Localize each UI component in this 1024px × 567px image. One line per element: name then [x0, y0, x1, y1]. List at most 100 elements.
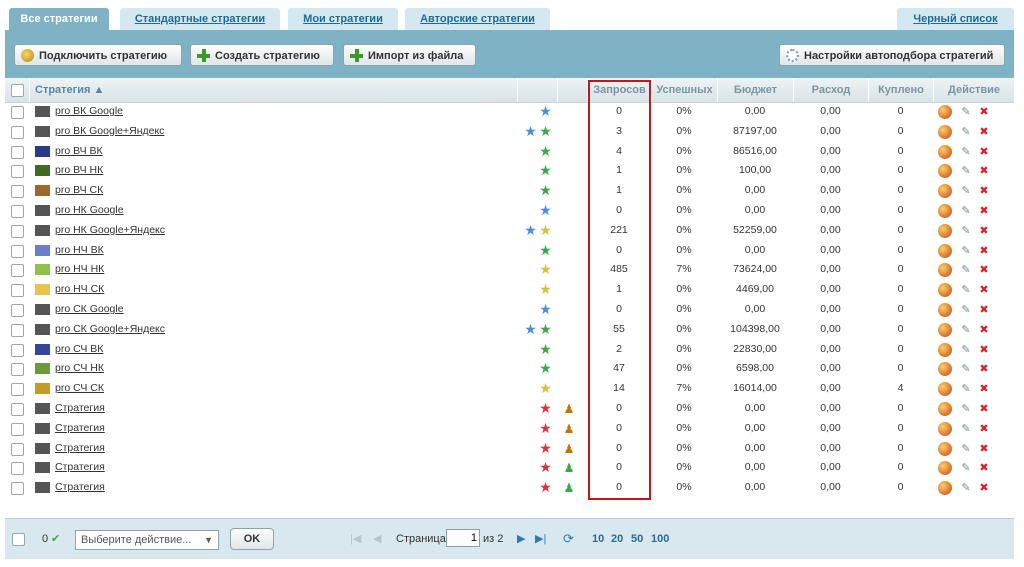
stats-icon[interactable] — [938, 124, 952, 139]
edit-icon[interactable]: ✎ — [959, 145, 973, 159]
import-file-button[interactable]: Импорт из файла — [343, 44, 476, 66]
stats-icon[interactable] — [938, 164, 952, 179]
column-strategy[interactable]: Стратегия ▲ — [29, 78, 517, 102]
stats-icon[interactable] — [938, 243, 952, 258]
prev-page-icon[interactable]: ◀ — [373, 531, 381, 547]
delete-icon[interactable]: ✖ — [977, 244, 991, 258]
first-page-icon[interactable]: |◀ — [350, 531, 361, 547]
edit-icon[interactable]: ✎ — [959, 402, 973, 416]
edit-icon[interactable]: ✎ — [959, 442, 973, 456]
strategy-name-link[interactable]: pro НЧ СК — [55, 280, 104, 300]
row-checkbox[interactable] — [11, 185, 24, 199]
strategy-name-link[interactable]: pro СК Google — [55, 300, 124, 320]
stats-icon[interactable] — [938, 144, 952, 159]
edit-icon[interactable]: ✎ — [959, 362, 973, 376]
row-checkbox[interactable] — [11, 106, 24, 119]
stats-icon[interactable] — [938, 204, 952, 218]
delete-icon[interactable]: ✖ — [977, 184, 991, 198]
stats-icon[interactable] — [938, 184, 952, 199]
delete-icon[interactable]: ✖ — [977, 481, 991, 495]
autoselect-settings-button[interactable]: Настройки автоподбора стратегий — [779, 44, 1005, 66]
row-checkbox[interactable] — [11, 462, 24, 476]
delete-icon[interactable]: ✖ — [977, 145, 991, 159]
edit-icon[interactable]: ✎ — [959, 125, 973, 139]
page-size-50[interactable]: 50 — [631, 531, 643, 547]
strategy-name-link[interactable]: pro ВК Google — [55, 102, 123, 122]
connect-strategy-button[interactable]: Подключить стратегию — [14, 44, 182, 66]
stats-icon[interactable] — [938, 223, 952, 238]
ok-button[interactable]: OK — [230, 528, 274, 550]
delete-icon[interactable]: ✖ — [977, 323, 991, 337]
delete-icon[interactable]: ✖ — [977, 422, 991, 436]
stats-icon[interactable] — [938, 382, 952, 397]
stats-icon[interactable] — [938, 362, 952, 377]
edit-icon[interactable]: ✎ — [959, 105, 973, 119]
delete-icon[interactable]: ✖ — [977, 343, 991, 357]
strategy-name-link[interactable]: Стратегия — [55, 458, 105, 478]
edit-icon[interactable]: ✎ — [959, 323, 973, 337]
last-page-icon[interactable]: ▶| — [535, 531, 546, 547]
row-checkbox[interactable] — [11, 442, 24, 456]
delete-icon[interactable]: ✖ — [977, 164, 991, 178]
row-checkbox[interactable] — [11, 145, 24, 159]
edit-icon[interactable]: ✎ — [959, 263, 973, 277]
row-checkbox[interactable] — [11, 343, 24, 357]
refresh-icon[interactable]: ⟳ — [563, 531, 574, 547]
strategy-name-link[interactable]: pro СЧ НК — [55, 359, 104, 379]
strategy-name-link[interactable]: pro СК Google+Яндекс — [55, 320, 165, 340]
delete-icon[interactable]: ✖ — [977, 402, 991, 416]
row-checkbox[interactable] — [11, 264, 24, 278]
column-spend[interactable]: Расход — [793, 78, 868, 102]
page-size-10[interactable]: 10 — [592, 531, 604, 547]
strategy-name-link[interactable]: pro НЧ ВК — [55, 241, 104, 261]
column-budget[interactable]: Бюджет — [717, 78, 793, 102]
strategy-name-link[interactable]: pro НК Google — [55, 201, 124, 221]
strategy-name-link[interactable]: pro НЧ НК — [55, 260, 104, 280]
strategy-name-link[interactable]: pro ВЧ ВК — [55, 142, 103, 162]
delete-icon[interactable]: ✖ — [977, 362, 991, 376]
stats-icon[interactable] — [938, 441, 952, 456]
row-checkbox[interactable] — [11, 284, 24, 298]
delete-icon[interactable]: ✖ — [977, 442, 991, 456]
delete-icon[interactable]: ✖ — [977, 382, 991, 396]
stats-icon[interactable] — [938, 322, 952, 337]
column-success[interactable]: Успешных — [651, 78, 717, 102]
strategy-name-link[interactable]: Стратегия — [55, 399, 105, 419]
select-all-checkbox[interactable] — [11, 84, 24, 97]
edit-icon[interactable]: ✎ — [959, 461, 973, 475]
stats-icon[interactable] — [938, 303, 952, 317]
stats-icon[interactable] — [938, 402, 952, 416]
delete-icon[interactable]: ✖ — [977, 263, 991, 277]
row-checkbox[interactable] — [11, 403, 24, 416]
row-checkbox[interactable] — [11, 224, 24, 238]
strategy-name-link[interactable]: Стратегия — [55, 419, 105, 439]
stats-icon[interactable] — [938, 283, 952, 298]
strategy-name-link[interactable]: Стратегия — [55, 478, 105, 498]
row-checkbox[interactable] — [11, 205, 24, 218]
edit-icon[interactable]: ✎ — [959, 422, 973, 436]
row-checkbox[interactable] — [11, 323, 24, 337]
row-checkbox[interactable] — [11, 304, 24, 317]
next-page-icon[interactable]: ▶ — [517, 531, 525, 547]
stats-icon[interactable] — [938, 105, 952, 119]
stats-icon[interactable] — [938, 461, 952, 476]
create-strategy-button[interactable]: Создать стратегию — [190, 44, 334, 66]
strategy-name-link[interactable]: pro ВК Google+Яндекс — [55, 122, 164, 142]
strategy-name-link[interactable]: pro ВЧ СК — [55, 181, 103, 201]
row-checkbox[interactable] — [11, 383, 24, 397]
edit-icon[interactable]: ✎ — [959, 244, 973, 258]
edit-icon[interactable]: ✎ — [959, 343, 973, 357]
stats-icon[interactable] — [938, 342, 952, 357]
delete-icon[interactable]: ✖ — [977, 283, 991, 297]
edit-icon[interactable]: ✎ — [959, 184, 973, 198]
tab-all-strategies[interactable]: Все стратегии — [9, 8, 109, 30]
strategy-name-link[interactable]: pro СЧ СК — [55, 379, 104, 399]
tab-standard-strategies[interactable]: Стандартные стратегии — [120, 8, 280, 30]
delete-icon[interactable]: ✖ — [977, 204, 991, 218]
stats-icon[interactable] — [938, 263, 952, 278]
delete-icon[interactable]: ✖ — [977, 461, 991, 475]
stats-icon[interactable] — [938, 421, 952, 436]
strategy-name-link[interactable]: Стратегия — [55, 439, 105, 459]
edit-icon[interactable]: ✎ — [959, 164, 973, 178]
bulk-action-select[interactable]: Выберите действие... ▼ — [75, 530, 219, 550]
